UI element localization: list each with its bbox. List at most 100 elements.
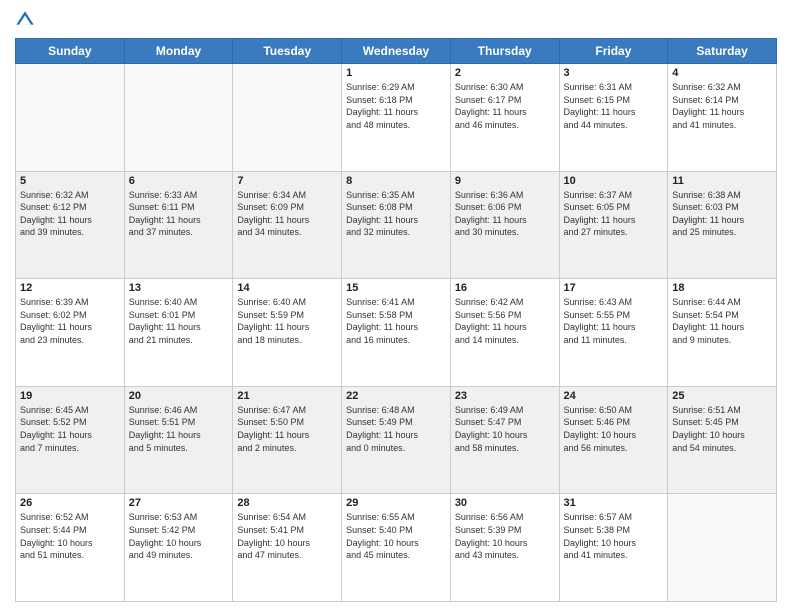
day-number: 25 [672,390,772,402]
calendar-cell: 25 Sunrise: 6:51 AMSunset: 5:45 PMDayligh… [668,386,777,494]
day-number: 24 [564,390,664,402]
day-info: Sunrise: 6:46 AMSunset: 5:51 PMDaylight:… [129,404,229,454]
calendar-cell: 31Sunrise: 6:57 AMSunset: 5:38 PMDayligh… [559,494,668,602]
day-info: Sunrise: 6:57 AMSunset: 5:38 PMDaylight:… [564,511,664,561]
day-number: 10 [564,175,664,187]
weekday-header-monday: Monday [124,39,233,64]
day-info: Sunrise: 6:32 AMSunset: 6:12 PMDaylight:… [20,189,120,239]
day-info: Sunrise: 6:45 AMSunset: 5:52 PMDaylight:… [20,404,120,454]
logo-icon [15,10,35,30]
day-info: Sunrise: 6:47 AMSunset: 5:50 PMDaylight:… [237,404,337,454]
day-info: Sunrise: 6:54 AMSunset: 5:41 PMDaylight:… [237,511,337,561]
day-number: 2 [455,67,555,79]
day-number: 11 [672,175,772,187]
day-info: Sunrise: 6:41 AMSunset: 5:58 PMDaylight:… [346,296,446,346]
day-info: Sunrise: 6:51 AMSunset: 5:45 PMDaylight:… [672,404,772,454]
calendar-cell: 10 Sunrise: 6:37 AMSunset: 6:05 PMDayligh… [559,171,668,279]
calendar-cell: 29Sunrise: 6:55 AMSunset: 5:40 PMDayligh… [342,494,451,602]
day-number: 14 [237,282,337,294]
day-number: 19 [20,390,120,402]
calendar-cell: 12 Sunrise: 6:39 AMSunset: 6:02 PMDayligh… [16,279,125,387]
day-info: Sunrise: 6:35 AMSunset: 6:08 PMDaylight:… [346,189,446,239]
calendar-cell: 19 Sunrise: 6:45 AMSunset: 5:52 PMDayligh… [16,386,125,494]
calendar-cell [668,494,777,602]
calendar-week-1: 1 Sunrise: 6:29 AMSunset: 6:18 PMDaylight… [16,64,777,172]
day-info: Sunrise: 6:34 AMSunset: 6:09 PMDaylight:… [237,189,337,239]
day-info: Sunrise: 6:30 AMSunset: 6:17 PMDaylight:… [455,81,555,131]
calendar-cell: 4 Sunrise: 6:32 AMSunset: 6:14 PMDaylight… [668,64,777,172]
day-info: Sunrise: 6:38 AMSunset: 6:03 PMDaylight:… [672,189,772,239]
calendar-cell [233,64,342,172]
calendar-cell [124,64,233,172]
calendar-cell: 28Sunrise: 6:54 AMSunset: 5:41 PMDayligh… [233,494,342,602]
calendar-cell: 11 Sunrise: 6:38 AMSunset: 6:03 PMDayligh… [668,171,777,279]
weekday-header-tuesday: Tuesday [233,39,342,64]
calendar-cell: 22 Sunrise: 6:48 AMSunset: 5:49 PMDayligh… [342,386,451,494]
calendar-cell: 21Sunrise: 6:47 AMSunset: 5:50 PMDayligh… [233,386,342,494]
day-info: Sunrise: 6:44 AMSunset: 5:54 PMDaylight:… [672,296,772,346]
day-info: Sunrise: 6:32 AMSunset: 6:14 PMDaylight:… [672,81,772,131]
calendar-cell: 6 Sunrise: 6:33 AMSunset: 6:11 PMDaylight… [124,171,233,279]
logo [15,10,37,30]
weekday-header-friday: Friday [559,39,668,64]
calendar-cell: 26Sunrise: 6:52 AMSunset: 5:44 PMDayligh… [16,494,125,602]
day-info: Sunrise: 6:49 AMSunset: 5:47 PMDaylight:… [455,404,555,454]
calendar-week-5: 26Sunrise: 6:52 AMSunset: 5:44 PMDayligh… [16,494,777,602]
day-number: 20 [129,390,229,402]
day-info: Sunrise: 6:36 AMSunset: 6:06 PMDaylight:… [455,189,555,239]
day-number: 6 [129,175,229,187]
day-info: Sunrise: 6:39 AMSunset: 6:02 PMDaylight:… [20,296,120,346]
weekday-header-thursday: Thursday [450,39,559,64]
calendar-table: SundayMondayTuesdayWednesdayThursdayFrid… [15,38,777,602]
calendar-cell: 16 Sunrise: 6:42 AMSunset: 5:56 PMDayligh… [450,279,559,387]
header [15,10,777,30]
day-number: 18 [672,282,772,294]
day-info: Sunrise: 6:43 AMSunset: 5:55 PMDaylight:… [564,296,664,346]
calendar-week-3: 12 Sunrise: 6:39 AMSunset: 6:02 PMDayligh… [16,279,777,387]
calendar-cell: 1 Sunrise: 6:29 AMSunset: 6:18 PMDaylight… [342,64,451,172]
day-info: Sunrise: 6:40 AMSunset: 6:01 PMDaylight:… [129,296,229,346]
calendar-cell: 17 Sunrise: 6:43 AMSunset: 5:55 PMDayligh… [559,279,668,387]
day-info: Sunrise: 6:37 AMSunset: 6:05 PMDaylight:… [564,189,664,239]
day-number: 23 [455,390,555,402]
day-number: 22 [346,390,446,402]
calendar-cell: 13 Sunrise: 6:40 AMSunset: 6:01 PMDayligh… [124,279,233,387]
calendar-cell: 27 Sunrise: 6:53 AMSunset: 5:42 PMDayligh… [124,494,233,602]
day-info: Sunrise: 6:48 AMSunset: 5:49 PMDaylight:… [346,404,446,454]
day-number: 16 [455,282,555,294]
day-number: 26 [20,497,120,509]
day-number: 12 [20,282,120,294]
calendar-cell: 2 Sunrise: 6:30 AMSunset: 6:17 PMDaylight… [450,64,559,172]
calendar-cell: 30Sunrise: 6:56 AMSunset: 5:39 PMDayligh… [450,494,559,602]
calendar-cell: 14 Sunrise: 6:40 AMSunset: 5:59 PMDayligh… [233,279,342,387]
day-number: 13 [129,282,229,294]
calendar-cell: 5 Sunrise: 6:32 AMSunset: 6:12 PMDaylight… [16,171,125,279]
day-number: 7 [237,175,337,187]
day-number: 9 [455,175,555,187]
day-info: Sunrise: 6:33 AMSunset: 6:11 PMDaylight:… [129,189,229,239]
calendar-week-4: 19 Sunrise: 6:45 AMSunset: 5:52 PMDayligh… [16,386,777,494]
weekday-header-saturday: Saturday [668,39,777,64]
weekday-header-row: SundayMondayTuesdayWednesdayThursdayFrid… [16,39,777,64]
day-info: Sunrise: 6:31 AMSunset: 6:15 PMDaylight:… [564,81,664,131]
weekday-header-wednesday: Wednesday [342,39,451,64]
day-info: Sunrise: 6:50 AMSunset: 5:46 PMDaylight:… [564,404,664,454]
day-number: 5 [20,175,120,187]
day-info: Sunrise: 6:42 AMSunset: 5:56 PMDaylight:… [455,296,555,346]
day-number: 4 [672,67,772,79]
calendar-week-2: 5 Sunrise: 6:32 AMSunset: 6:12 PMDaylight… [16,171,777,279]
day-number: 17 [564,282,664,294]
calendar-cell: 15Sunrise: 6:41 AMSunset: 5:58 PMDayligh… [342,279,451,387]
day-info: Sunrise: 6:56 AMSunset: 5:39 PMDaylight:… [455,511,555,561]
calendar-cell [16,64,125,172]
weekday-header-sunday: Sunday [16,39,125,64]
day-number: 27 [129,497,229,509]
calendar-cell: 18 Sunrise: 6:44 AMSunset: 5:54 PMDayligh… [668,279,777,387]
day-info: Sunrise: 6:40 AMSunset: 5:59 PMDaylight:… [237,296,337,346]
day-number: 1 [346,67,446,79]
day-info: Sunrise: 6:53 AMSunset: 5:42 PMDaylight:… [129,511,229,561]
day-info: Sunrise: 6:55 AMSunset: 5:40 PMDaylight:… [346,511,446,561]
calendar-cell: 23 Sunrise: 6:49 AMSunset: 5:47 PMDayligh… [450,386,559,494]
day-info: Sunrise: 6:29 AMSunset: 6:18 PMDaylight:… [346,81,446,131]
calendar-cell: 24 Sunrise: 6:50 AMSunset: 5:46 PMDayligh… [559,386,668,494]
